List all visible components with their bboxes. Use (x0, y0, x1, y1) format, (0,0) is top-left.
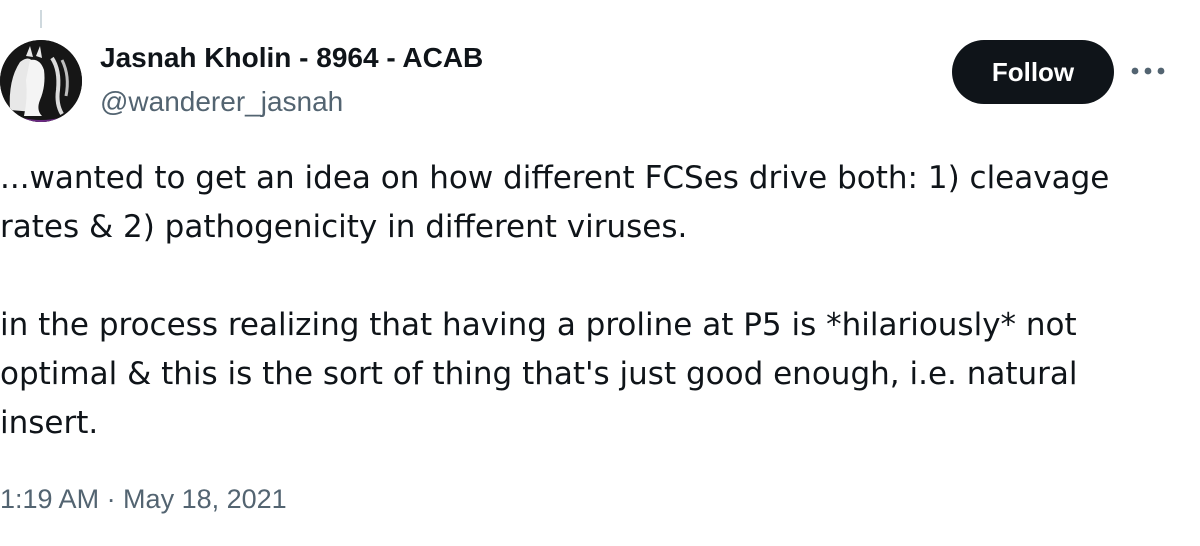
follow-button[interactable]: Follow (952, 40, 1114, 104)
tweet-text: ...wanted to get an idea on how differen… (0, 154, 1180, 448)
tweet-paragraph: in the process realizing that having a p… (0, 307, 1088, 441)
more-horizontal-icon[interactable] (1130, 56, 1166, 86)
tweet-paragraph: ...wanted to get an idea on how differen… (0, 160, 1120, 245)
author-display-name[interactable]: Jasnah Kholin - 8964 - ACAB (100, 42, 483, 74)
author-handle[interactable]: @wanderer_jasnah (100, 86, 343, 118)
ellipsis-dots (1131, 67, 1165, 75)
tweet-timestamp[interactable]: 1:19 AM · May 18, 2021 (0, 484, 287, 515)
avatar[interactable] (0, 40, 82, 122)
avatar-image (0, 40, 82, 122)
thread-connector-line (40, 10, 42, 28)
